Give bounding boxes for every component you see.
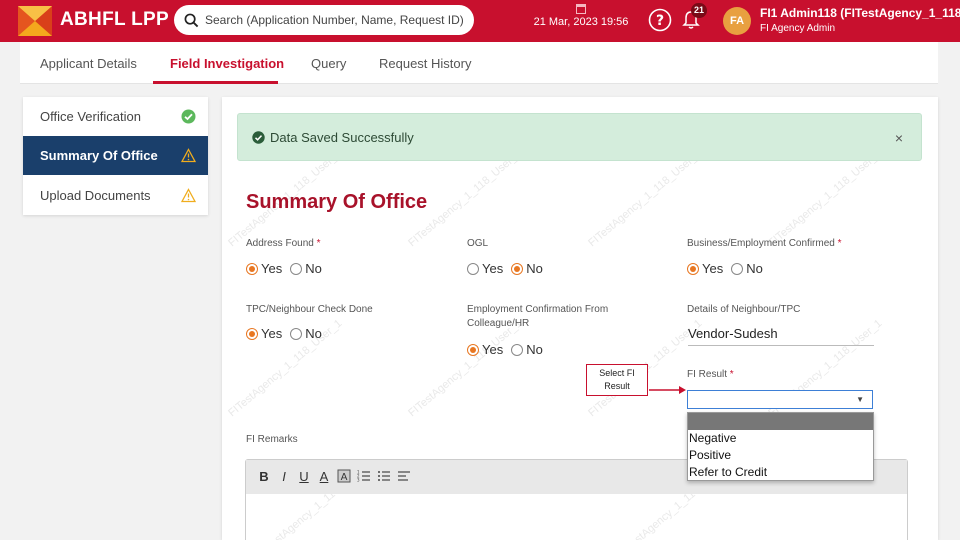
ordered-list-icon[interactable]: 123 (356, 469, 372, 485)
dropdown-option-blank[interactable] (688, 413, 873, 430)
business-confirmed-label: Business/Employment Confirmed * (687, 237, 842, 251)
fi-result-dropdown: Negative Positive Refer to Credit (687, 412, 874, 481)
tpc-check-no-radio[interactable] (290, 327, 303, 340)
address-found-radio-group: Yes No (246, 261, 330, 276)
svg-text:FITestAgency_1_118_User_1: FITestAgency_1_118_User_1 (766, 147, 884, 249)
field-label-text: Business/Employment Confirmed (687, 238, 835, 249)
dropdown-option-negative[interactable]: Negative (688, 430, 873, 447)
calendar-icon (576, 4, 586, 14)
tab-applicant-details[interactable]: Applicant Details (40, 56, 137, 71)
brand-logo (18, 6, 52, 36)
warning-icon (181, 188, 196, 203)
neighbour-details-label: Details of Neighbour/TPC (687, 304, 801, 315)
sidebar-item-label: Upload Documents (40, 188, 151, 203)
address-found-label: Address Found * (246, 237, 321, 251)
business-confirmed-radio-group: Yes No (687, 261, 771, 276)
underline-icon[interactable]: U (296, 469, 312, 485)
address-found-yes-radio[interactable] (246, 262, 258, 275)
section-sidebar: Office Verification Summary Of Office Up… (23, 97, 208, 215)
top-header: ABHFL LPP 21 Mar, 2023 19:56 ? 21 FA FI1… (0, 0, 960, 42)
tpc-check-radio-group: Yes No (246, 326, 330, 341)
check-circle-icon (252, 131, 265, 144)
neighbour-details-input[interactable]: Vendor-Sudesh (688, 326, 874, 346)
sidebar-item-office-verification[interactable]: Office Verification (23, 97, 208, 136)
svg-text:FITestAgency_1_118_User_1: FITestAgency_1_118_User_1 (586, 147, 704, 249)
fi-result-label: FI Result * (687, 368, 734, 382)
tab-bar: Applicant Details Field Investigation Qu… (20, 42, 938, 84)
tab-query[interactable]: Query (311, 56, 346, 71)
fi-remarks-label: FI Remarks (246, 434, 298, 445)
help-icon[interactable]: ? (648, 8, 672, 32)
svg-text:FITestAgency_1_118_User_1: FITestAgency_1_118_User_1 (406, 317, 524, 419)
summary-form-card: FITestAgency_1_118_User_1 FITestAgency_1… (222, 97, 938, 540)
field-label-text: Address Found (246, 238, 314, 249)
radio-label-yes: Yes (261, 261, 283, 276)
svg-text:?: ? (656, 13, 664, 29)
radio-label-yes: Yes (482, 342, 504, 357)
employment-confirmation-no-radio[interactable] (511, 343, 524, 356)
search-icon (184, 13, 199, 27)
page-title: Summary Of Office (246, 191, 428, 213)
datetime-display: 21 Mar, 2023 19:56 (531, 4, 631, 28)
ogl-no-radio[interactable] (511, 262, 524, 275)
radio-label-no: No (746, 261, 763, 276)
fi-result-select[interactable]: ▼ (687, 390, 873, 409)
search-bar[interactable] (174, 5, 474, 35)
alert-message: Data Saved Successfully (270, 130, 414, 145)
employment-confirmation-yes-radio[interactable] (467, 343, 479, 356)
ogl-radio-group: Yes No (467, 261, 551, 276)
tpc-check-yes-radio[interactable] (246, 327, 258, 340)
radio-label-yes: Yes (702, 261, 724, 276)
datetime-text: 21 Mar, 2023 19:56 (533, 16, 629, 28)
bold-icon[interactable]: B (256, 469, 272, 485)
check-circle-icon (181, 109, 196, 124)
tpc-check-label: TPC/Neighbour Check Done (246, 304, 373, 315)
highlight-icon[interactable]: A (336, 469, 352, 485)
sidebar-item-summary-of-office[interactable]: Summary Of Office (23, 136, 208, 175)
sidebar-item-label: Summary Of Office (40, 148, 158, 163)
tab-field-investigation[interactable]: Field Investigation (170, 56, 284, 71)
avatar[interactable]: FA (723, 7, 751, 35)
user-name: FI1 Admin118 (FITestAgency_1_118_User_1 (760, 6, 960, 20)
radio-label-no: No (305, 261, 322, 276)
radio-label-no: No (526, 261, 543, 276)
align-left-icon[interactable] (396, 469, 412, 485)
required-marker: * (729, 369, 734, 380)
radio-label-no: No (305, 326, 322, 341)
field-label-text: FI Result (687, 369, 728, 380)
employment-confirmation-label: Employment Confirmation From Colleague/H… (467, 304, 609, 329)
address-found-no-radio[interactable] (290, 262, 303, 275)
active-tab-indicator (153, 81, 278, 84)
caret-down-icon: ▼ (856, 395, 864, 404)
brand-name[interactable]: ABHFL LPP (60, 9, 169, 31)
text-color-icon[interactable]: A (316, 469, 332, 485)
sidebar-item-upload-documents[interactable]: Upload Documents (23, 176, 208, 215)
radio-label-yes: Yes (482, 261, 504, 276)
close-icon[interactable]: × (895, 130, 903, 146)
business-confirmed-yes-radio[interactable] (687, 262, 699, 275)
svg-text:A: A (341, 472, 348, 483)
arrow-right-icon (649, 386, 686, 394)
italic-icon[interactable]: I (276, 469, 292, 485)
success-alert: Data Saved Successfully × (237, 113, 922, 161)
required-marker: * (316, 238, 321, 249)
radio-label-yes: Yes (261, 326, 283, 341)
dropdown-option-positive[interactable]: Positive (688, 447, 873, 464)
ogl-label: OGL (467, 238, 489, 249)
warning-icon (181, 148, 196, 163)
required-marker: * (837, 238, 842, 249)
radio-label-no: No (526, 342, 543, 357)
svg-text:3: 3 (357, 478, 360, 483)
bullet-list-icon[interactable] (376, 469, 392, 485)
notification-badge: 21 (691, 3, 708, 18)
employment-confirmation-radio-group: Yes No (467, 342, 551, 357)
sidebar-item-label: Office Verification (40, 109, 141, 124)
user-role: FI Agency Admin (760, 23, 836, 34)
dropdown-option-refer-to-credit[interactable]: Refer to Credit (688, 464, 873, 481)
business-confirmed-no-radio[interactable] (731, 262, 744, 275)
instruction-callout: Select FI Result (586, 364, 648, 396)
search-input[interactable] (205, 13, 465, 27)
ogl-yes-radio[interactable] (467, 262, 479, 275)
tab-request-history[interactable]: Request History (379, 56, 471, 71)
